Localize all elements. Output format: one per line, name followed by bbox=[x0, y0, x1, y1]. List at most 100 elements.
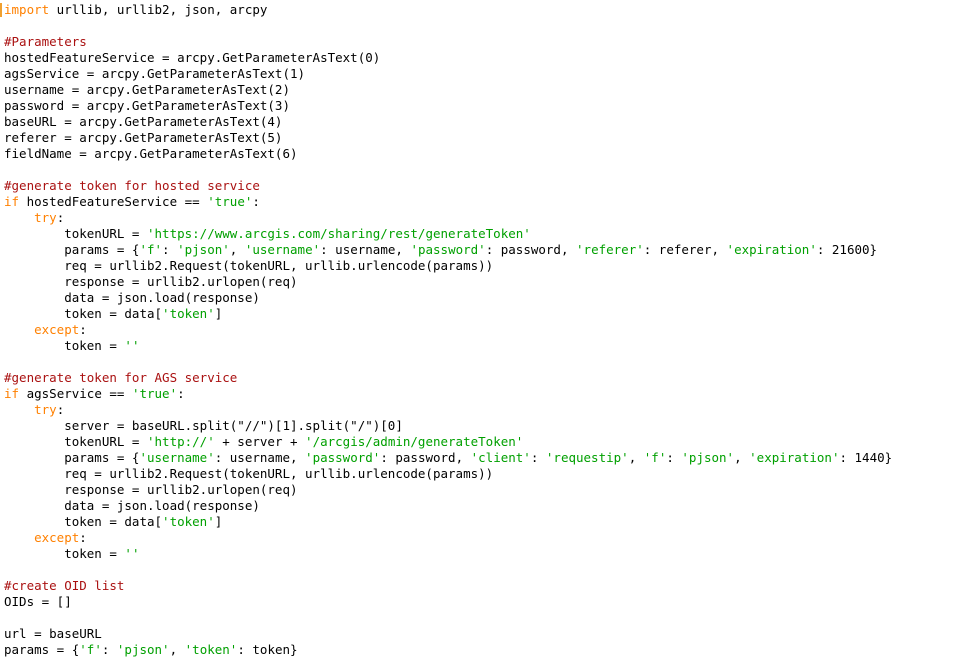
code-token-str: 'username' bbox=[139, 450, 215, 465]
code-token-str: 'pjson' bbox=[116, 642, 170, 657]
code-token-str: '/arcgis/admin/generateToken' bbox=[305, 434, 524, 449]
code-token-plain: params = { bbox=[4, 450, 140, 465]
code-token-str: 'expiration' bbox=[726, 242, 817, 257]
code-token-plain: : password, bbox=[380, 450, 471, 465]
code-line: params = {'f': 'pjson', 'token': token} bbox=[4, 642, 892, 658]
code-line: url = baseURL bbox=[4, 626, 892, 642]
code-line: response = urllib2.urlopen(req) bbox=[4, 274, 892, 290]
code-token-plain: ] bbox=[214, 306, 223, 321]
code-token-plain: , bbox=[169, 642, 185, 657]
code-line: #Parameters bbox=[4, 34, 892, 50]
code-token-plain: params = { bbox=[4, 642, 80, 657]
code-token-plain: urllib, urllib2, json, arcpy bbox=[49, 2, 268, 17]
code-token-kw: try bbox=[34, 210, 57, 225]
code-line: tokenURL = 'http://' + server + '/arcgis… bbox=[4, 434, 892, 450]
text-caret bbox=[0, 3, 2, 17]
code-line: #create OID list bbox=[4, 578, 892, 594]
code-token-str: 'f' bbox=[79, 642, 102, 657]
code-token-plain: username = arcpy.GetParameterAsText(2) bbox=[4, 82, 290, 97]
code-line: data = json.load(response) bbox=[4, 290, 892, 306]
code-line: token = '' bbox=[4, 546, 892, 562]
code-token-plain: : username, bbox=[214, 450, 306, 465]
code-token-plain: : bbox=[101, 642, 117, 657]
code-line: baseURL = arcpy.GetParameterAsText(4) bbox=[4, 114, 892, 130]
code-token-str: 'client' bbox=[470, 450, 531, 465]
code-token-plain: fieldName = arcpy.GetParameterAsText(6) bbox=[4, 146, 298, 161]
code-token-plain: + server + bbox=[214, 434, 306, 449]
source-code-text[interactable]: import urllib, urllib2, json, arcpy #Par… bbox=[4, 2, 892, 658]
code-token-str: 'token' bbox=[162, 514, 215, 529]
code-token-str: 'token' bbox=[184, 642, 238, 657]
code-line: token = '' bbox=[4, 338, 892, 354]
code-token-plain: token = bbox=[4, 546, 125, 561]
code-token-plain: token = data[ bbox=[4, 306, 163, 321]
code-token-str: 'https://www.arcgis.com/sharing/rest/gen… bbox=[147, 226, 531, 241]
code-token-str: 'referer' bbox=[576, 242, 644, 257]
code-token-kw: except bbox=[34, 530, 80, 545]
code-token-plain: baseURL = arcpy.GetParameterAsText(4) bbox=[4, 114, 283, 129]
code-line: response = urllib2.urlopen(req) bbox=[4, 482, 892, 498]
code-token-kw: if bbox=[4, 194, 20, 209]
code-token-plain: : bbox=[162, 242, 178, 257]
code-token-str: 'token' bbox=[162, 306, 215, 321]
code-token-plain: req = urllib2.Request(tokenURL, urllib.u… bbox=[4, 466, 494, 481]
code-line: token = data['token'] bbox=[4, 306, 892, 322]
code-token-str: 'pjson' bbox=[681, 450, 735, 465]
code-line: except: bbox=[4, 530, 892, 546]
code-token-str: 'http://' bbox=[147, 434, 215, 449]
code-token-plain: data = json.load(response) bbox=[4, 498, 260, 513]
code-token-plain: server = baseURL.split("//")[1].split("/… bbox=[4, 418, 403, 433]
code-token-plain: token = data[ bbox=[4, 514, 163, 529]
code-token-plain: , bbox=[229, 242, 245, 257]
code-token-str: '' bbox=[124, 338, 140, 353]
code-line: tokenURL = 'https://www.arcgis.com/shari… bbox=[4, 226, 892, 242]
code-token-plain: : bbox=[79, 530, 87, 545]
code-token-str: 'requestip' bbox=[545, 450, 629, 465]
code-line: req = urllib2.Request(tokenURL, urllib.u… bbox=[4, 466, 892, 482]
code-token-str: 'password' bbox=[305, 450, 381, 465]
code-line: try: bbox=[4, 402, 892, 418]
code-token-plain: : bbox=[177, 386, 185, 401]
code-token-kw: except bbox=[34, 322, 80, 337]
code-token-plain: : 1440} bbox=[839, 450, 893, 465]
code-token-plain: token = bbox=[4, 338, 125, 353]
code-line: params = {'username': username, 'passwor… bbox=[4, 450, 892, 466]
code-token-plain: : password, bbox=[485, 242, 577, 257]
code-token-plain: : bbox=[56, 210, 65, 225]
code-line: import urllib, urllib2, json, arcpy bbox=[4, 2, 892, 18]
code-line: data = json.load(response) bbox=[4, 498, 892, 514]
code-token-plain: : username, bbox=[320, 242, 411, 257]
code-line: except: bbox=[4, 322, 892, 338]
code-token-plain: referer = arcpy.GetParameterAsText(5) bbox=[4, 130, 283, 145]
code-line: #generate token for hosted service bbox=[4, 178, 892, 194]
code-token-com: #generate token for hosted service bbox=[4, 178, 260, 193]
code-line: if agsService == 'true': bbox=[4, 386, 892, 402]
code-token-str: 'password' bbox=[410, 242, 486, 257]
code-line: OIDs = [] bbox=[4, 594, 892, 610]
code-token-plain: : 21600} bbox=[816, 242, 878, 257]
code-line: password = arcpy.GetParameterAsText(3) bbox=[4, 98, 892, 114]
code-line: token = data['token'] bbox=[4, 514, 892, 530]
code-token-plain: agsService = arcpy.GetParameterAsText(1) bbox=[4, 66, 306, 81]
code-token-plain: OIDs = [] bbox=[4, 594, 72, 609]
code-line: params = {'f': 'pjson', 'username': user… bbox=[4, 242, 892, 258]
code-token-str: 'expiration' bbox=[749, 450, 840, 465]
code-line: if hostedFeatureService == 'true': bbox=[4, 194, 892, 210]
code-token-plain: : bbox=[252, 194, 260, 209]
code-token-plain: : bbox=[666, 450, 682, 465]
code-token-plain: hostedFeatureService = arcpy.GetParamete… bbox=[4, 50, 381, 65]
code-editor-surface[interactable]: import urllib, urllib2, json, arcpy #Par… bbox=[0, 0, 959, 661]
code-token-plain: password = arcpy.GetParameterAsText(3) bbox=[4, 98, 290, 113]
code-token-str: 'f' bbox=[643, 450, 667, 465]
code-token-com: #generate token for AGS service bbox=[4, 370, 238, 385]
code-token-plain: params = { bbox=[4, 242, 140, 257]
code-token-plain: hostedFeatureService == bbox=[19, 194, 208, 209]
code-token-str: 'true' bbox=[207, 194, 253, 209]
code-token-plain: tokenURL = bbox=[4, 434, 147, 449]
code-token-str: 'username' bbox=[244, 242, 321, 257]
code-token-plain: response = urllib2.urlopen(req) bbox=[4, 482, 298, 497]
code-line: agsService = arcpy.GetParameterAsText(1) bbox=[4, 66, 892, 82]
